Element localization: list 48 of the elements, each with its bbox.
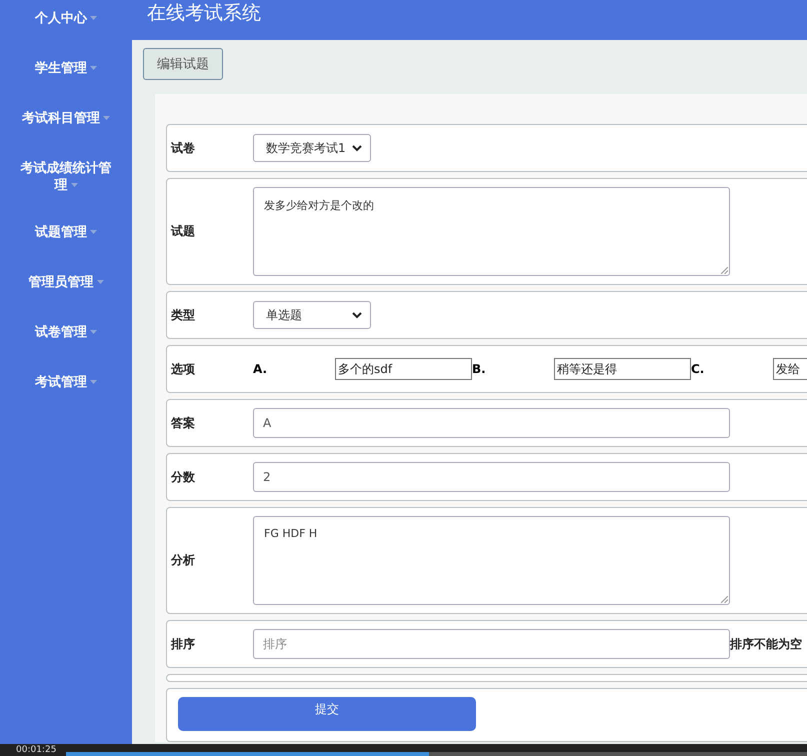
select-field[interactable]: 数学竞赛考试1 (253, 134, 371, 162)
edit-question-tab[interactable]: 编辑试题 (143, 48, 223, 80)
caret-icon (96, 280, 104, 284)
field-label: 类型 (171, 306, 196, 324)
option-field[interactable]: 稍等还是得 (554, 358, 691, 380)
field-label: 排序 (171, 636, 196, 652)
select-field[interactable]: 单选题 (253, 301, 371, 329)
sidebar-item[interactable]: 试题管理 (8, 224, 124, 244)
sidebar-item[interactable]: 学生管理 (8, 60, 124, 80)
chevron-icon (352, 312, 362, 318)
caret-icon (103, 116, 110, 120)
option-field[interactable]: 发给 (773, 358, 807, 380)
field-label: 选项 (171, 360, 196, 378)
resize-grip-icon (721, 596, 728, 603)
field-label: 分析 (171, 552, 196, 569)
input-field[interactable]: 2 (253, 462, 730, 492)
option-field[interactable]: 多个的sdf (335, 358, 472, 380)
text-value: FG HDF H (264, 527, 318, 540)
field-label: 分数 (171, 468, 196, 486)
input-field[interactable]: 排序 (253, 629, 730, 659)
option-letter: A. (253, 362, 268, 376)
field-label: 答案 (171, 414, 196, 432)
sidebar-item[interactable]: 考试管理 (8, 374, 124, 394)
caret-icon (90, 16, 97, 20)
text-value: 发多少给对方是个改的 (264, 199, 374, 212)
caret-icon (90, 230, 97, 234)
resize-grip-icon (721, 267, 728, 274)
caret-icon (90, 66, 97, 70)
submit-button[interactable]: 提交 (178, 697, 476, 731)
sidebar-item[interactable]: 考试科目管理 (8, 110, 124, 130)
caret-icon (90, 380, 97, 384)
option-letter: C. (691, 362, 706, 376)
input-field[interactable]: A (253, 408, 730, 438)
text-area[interactable]: FG HDF H (253, 516, 730, 605)
caret-icon (90, 330, 97, 334)
caret-icon (70, 183, 78, 188)
sidebar-item[interactable]: 个人中心 (8, 10, 124, 30)
option-letter: B. (472, 362, 487, 376)
playback-time: 00:01:25 (15, 745, 58, 755)
sidebar-item[interactable]: 考试成绩统计管理 (8, 160, 124, 194)
app-title: 在线考试系统 (147, 1, 261, 26)
field-label: 试题 (171, 223, 196, 240)
sidebar-item[interactable]: 试卷管理 (8, 324, 124, 344)
chevron-icon (352, 144, 362, 152)
text-area[interactable]: 发多少给对方是个改的 (253, 187, 730, 276)
sidebar-item[interactable]: 管理员管理 (8, 274, 124, 294)
field-label: 试卷 (171, 140, 196, 156)
validation-message: 排序不能为空 (730, 636, 802, 652)
